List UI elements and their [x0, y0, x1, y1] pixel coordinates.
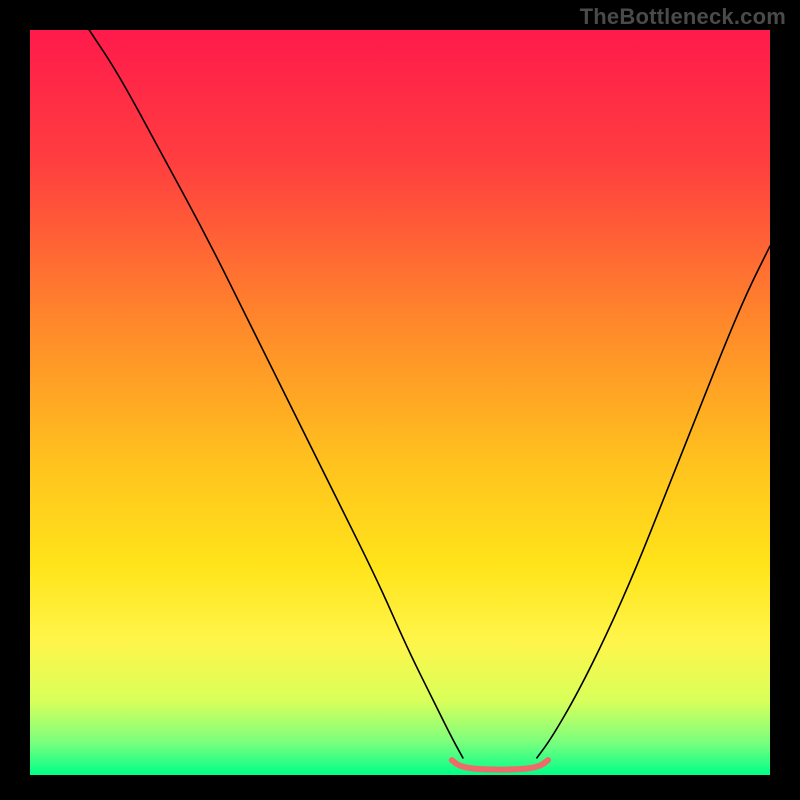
gradient-background: [30, 30, 770, 775]
watermark-text: TheBottleneck.com: [580, 4, 786, 30]
bottleneck-chart: [0, 0, 800, 800]
chart-frame: TheBottleneck.com: [0, 0, 800, 800]
